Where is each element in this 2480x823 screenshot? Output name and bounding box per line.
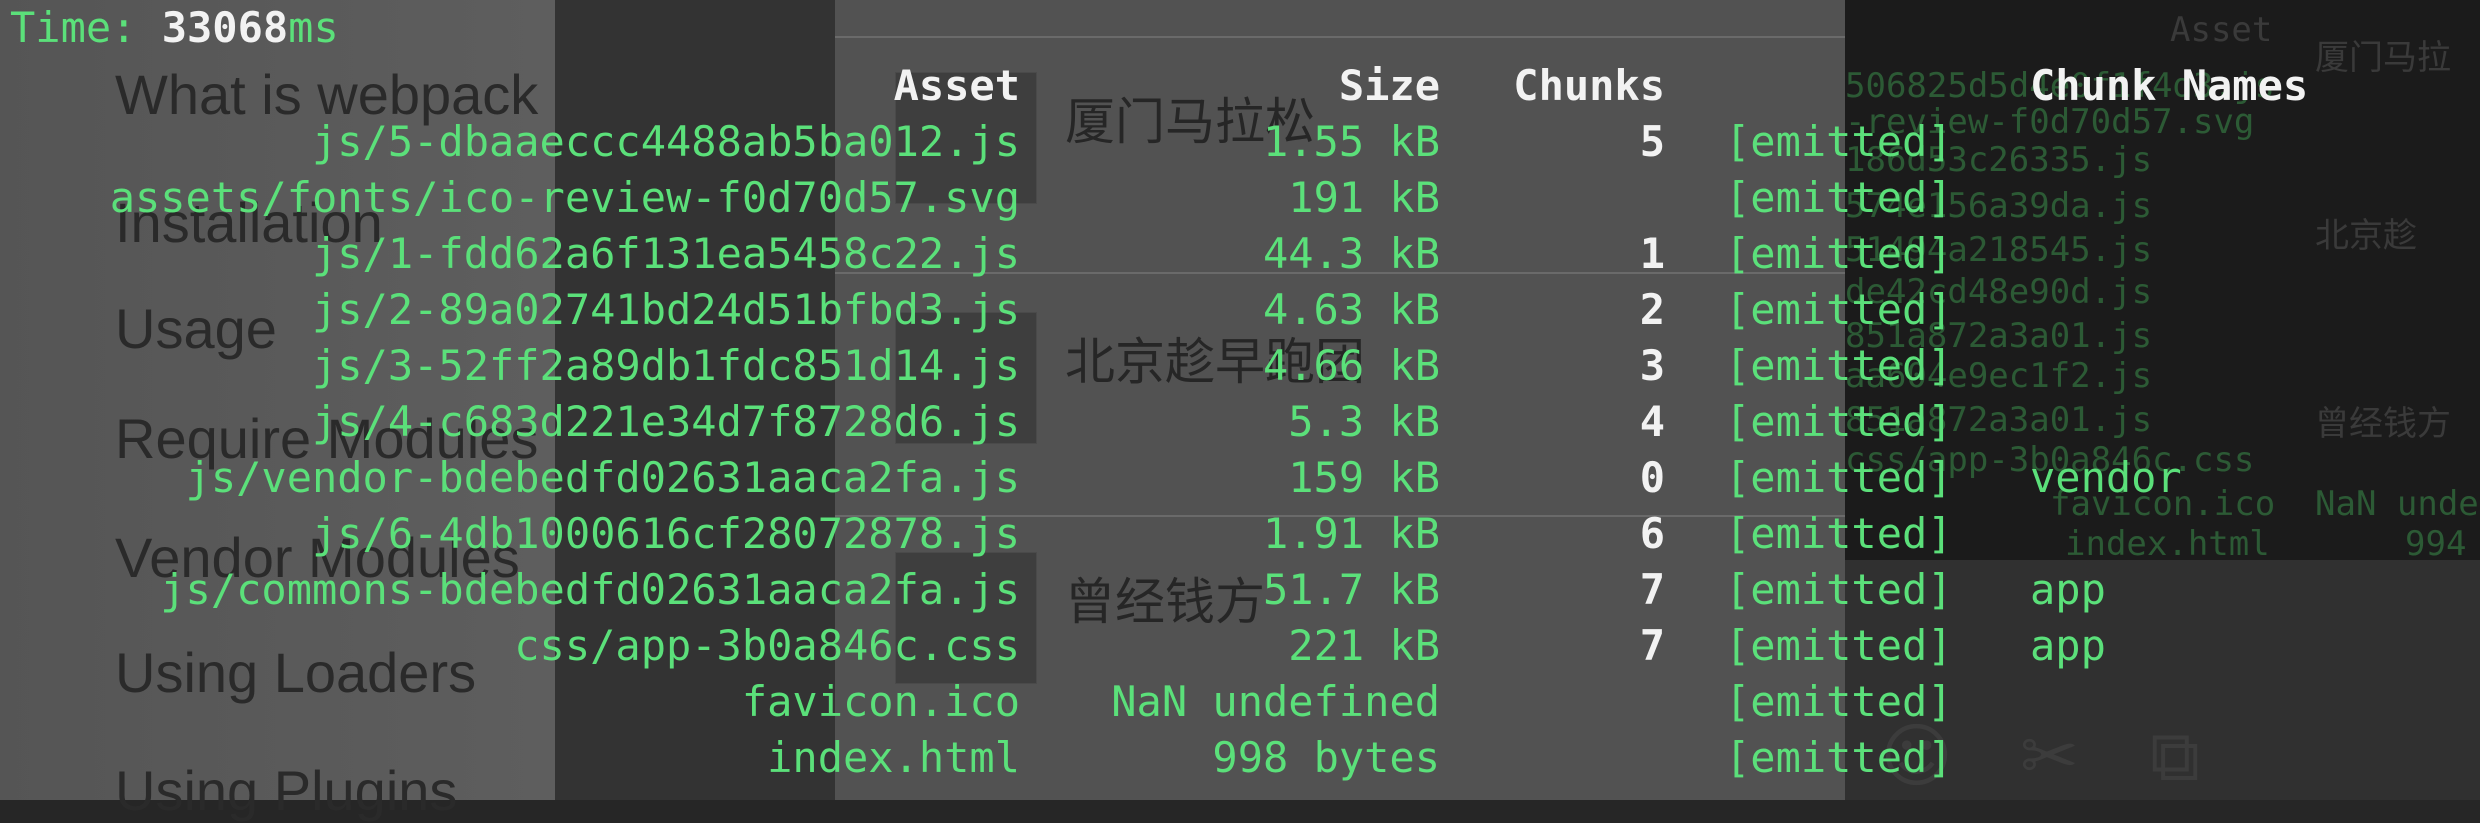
- asset-size: 5.3 kB: [1288, 397, 1440, 446]
- asset-size: 51.7 kB: [1262, 565, 1440, 614]
- table-row: index.html 998 bytes [emitted]: [0, 730, 2480, 786]
- terminal-output[interactable]: Time: 33068ms Asset Size Chunks Chunk Na…: [0, 0, 2480, 800]
- time-value: 33068: [161, 3, 289, 52]
- asset-size: 221 kB: [1288, 621, 1440, 670]
- table-row: js/commons-bdebedfd02631aaca2fa.js 51.7 …: [0, 562, 2480, 618]
- header-chunk-names: Chunk Names: [2030, 61, 2309, 110]
- asset-size: 191 kB: [1288, 173, 1440, 222]
- table-row: favicon.ico NaN undefined [emitted]: [0, 674, 2480, 730]
- table-row: js/5-dbaaeccc4488ab5ba012.js 1.55 kB 5 […: [0, 114, 2480, 170]
- chunk-name: app: [2030, 621, 2106, 670]
- emit-status: [emitted]: [1725, 173, 1953, 222]
- table-row: js/3-52ff2a89db1fdc851d14.js 4.66 kB 3 […: [0, 338, 2480, 394]
- table-row: js/6-4db1000616cf28072878.js 1.91 kB 6 […: [0, 506, 2480, 562]
- header-size: Size: [1338, 61, 1440, 110]
- chunk-id: 5: [1639, 117, 1665, 166]
- emit-status: [emitted]: [1725, 229, 1953, 278]
- chunk-name: vendor: [2030, 453, 2182, 502]
- asset-size: 4.63 kB: [1262, 285, 1440, 334]
- asset-name: index.html: [767, 733, 1020, 782]
- chunk-id: 4: [1639, 397, 1665, 446]
- chunk-id: 1: [1639, 229, 1665, 278]
- chunk-id: 3: [1639, 341, 1665, 390]
- emit-status: [emitted]: [1725, 621, 1953, 670]
- table-row: js/2-89a02741bd24d51bfbd3.js 4.63 kB 2 […: [0, 282, 2480, 338]
- emit-status: [emitted]: [1725, 677, 1953, 726]
- header-chunks: Chunks: [1513, 61, 1665, 110]
- emit-status: [emitted]: [1725, 565, 1953, 614]
- emit-status: [emitted]: [1725, 285, 1953, 334]
- asset-name: js/5-dbaaeccc4488ab5ba012.js: [311, 117, 1020, 166]
- table-row: assets/fonts/ico-review-f0d70d57.svg 191…: [0, 170, 2480, 226]
- chunk-id: 0: [1639, 453, 1665, 502]
- asset-size: 159 kB: [1288, 453, 1440, 502]
- table-row: js/4-c683d221e34d7f8728d6.js 5.3 kB 4 [e…: [0, 394, 2480, 450]
- table-row: js/vendor-bdebedfd02631aaca2fa.js 159 kB…: [0, 450, 2480, 506]
- asset-name: js/6-4db1000616cf28072878.js: [311, 509, 1020, 558]
- asset-name: favicon.ico: [741, 677, 1020, 726]
- header-asset: Asset: [893, 61, 1020, 110]
- asset-size: 44.3 kB: [1262, 229, 1440, 278]
- chunk-id: 7: [1639, 621, 1665, 670]
- chunk-id: 2: [1639, 285, 1665, 334]
- asset-name: js/commons-bdebedfd02631aaca2fa.js: [160, 565, 1020, 614]
- asset-name: js/2-89a02741bd24d51bfbd3.js: [311, 285, 1020, 334]
- emit-status: [emitted]: [1725, 397, 1953, 446]
- asset-name: js/vendor-bdebedfd02631aaca2fa.js: [185, 453, 1020, 502]
- asset-size: 1.55 kB: [1262, 117, 1440, 166]
- asset-name: js/1-fdd62a6f131ea5458c22.js: [311, 229, 1020, 278]
- asset-name: js/3-52ff2a89db1fdc851d14.js: [311, 341, 1020, 390]
- asset-name: js/4-c683d221e34d7f8728d6.js: [311, 397, 1020, 446]
- time-label: Time:: [10, 3, 137, 52]
- build-time-line: Time: 33068ms: [0, 0, 2480, 56]
- chunk-id: 7: [1639, 565, 1665, 614]
- emit-status: [emitted]: [1725, 341, 1953, 390]
- asset-size: 4.66 kB: [1262, 341, 1440, 390]
- asset-size: 1.91 kB: [1262, 509, 1440, 558]
- asset-size: NaN undefined: [1111, 677, 1440, 726]
- chunk-name: app: [2030, 565, 2106, 614]
- chunk-id: 6: [1639, 509, 1665, 558]
- emit-status: [emitted]: [1725, 453, 1953, 502]
- table-row: js/1-fdd62a6f131ea5458c22.js 44.3 kB 1 […: [0, 226, 2480, 282]
- emit-status: [emitted]: [1725, 509, 1953, 558]
- asset-name: css/app-3b0a846c.css: [514, 621, 1020, 670]
- table-header: Asset Size Chunks Chunk Names: [0, 58, 2480, 114]
- time-unit: ms: [288, 3, 339, 52]
- table-row: css/app-3b0a846c.css 221 kB 7 [emitted] …: [0, 618, 2480, 674]
- emit-status: [emitted]: [1725, 117, 1953, 166]
- asset-size: 998 bytes: [1212, 733, 1440, 782]
- asset-name: assets/fonts/ico-review-f0d70d57.svg: [109, 173, 1020, 222]
- emit-status: [emitted]: [1725, 733, 1953, 782]
